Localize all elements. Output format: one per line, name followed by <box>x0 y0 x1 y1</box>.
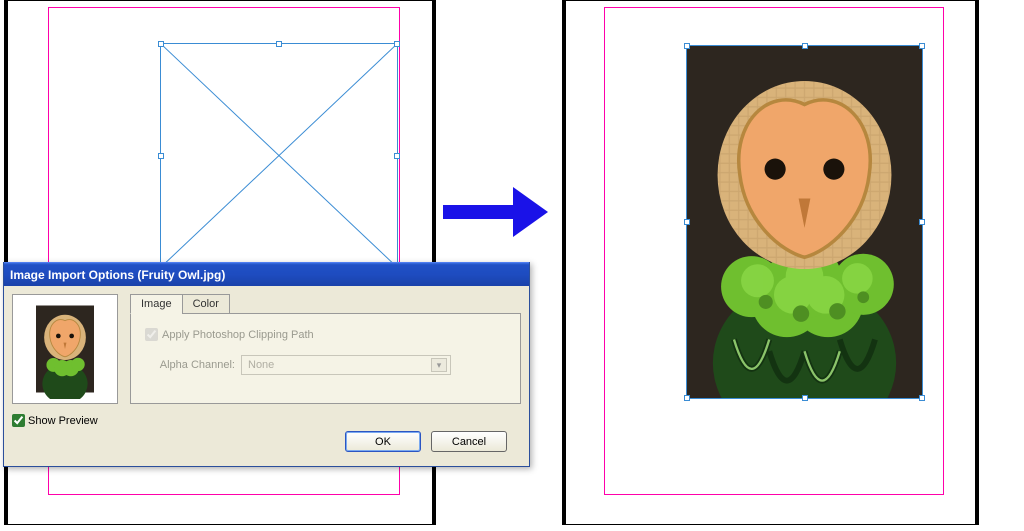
alpha-channel-label: Alpha Channel: <box>145 359 235 371</box>
alpha-channel-value: None <box>248 359 274 371</box>
dialog-title: Image Import Options (Fruity Owl.jpg) <box>10 268 225 282</box>
transition-arrow <box>443 182 553 242</box>
alpha-channel-select: None ▾ <box>241 355 451 375</box>
right-page <box>562 0 979 525</box>
show-preview-checkbox[interactable] <box>12 414 25 427</box>
chevron-down-icon: ▾ <box>431 358 447 372</box>
placed-image-frame[interactable] <box>686 45 923 399</box>
show-preview-label: Show Preview <box>28 415 98 427</box>
apply-clipping-path-label: Apply Photoshop Clipping Path <box>162 329 314 341</box>
image-import-options-dialog: Image Import Options (Fruity Owl.jpg) <box>3 262 530 467</box>
apply-clipping-path-checkbox <box>145 328 158 341</box>
cancel-button[interactable]: Cancel <box>431 431 507 452</box>
placed-image-owl <box>687 46 922 398</box>
frame-diagonals <box>161 44 397 267</box>
tab-content-image: Apply Photoshop Clipping Path Alpha Chan… <box>130 313 521 404</box>
tab-color[interactable]: Color <box>182 294 230 314</box>
dialog-tabs: Image Color <box>130 294 521 314</box>
ok-button[interactable]: OK <box>345 431 421 452</box>
tab-image[interactable]: Image <box>130 294 183 314</box>
preview-thumbnail <box>12 294 118 404</box>
dialog-titlebar[interactable]: Image Import Options (Fruity Owl.jpg) <box>4 262 529 286</box>
empty-image-frame[interactable] <box>160 43 398 268</box>
